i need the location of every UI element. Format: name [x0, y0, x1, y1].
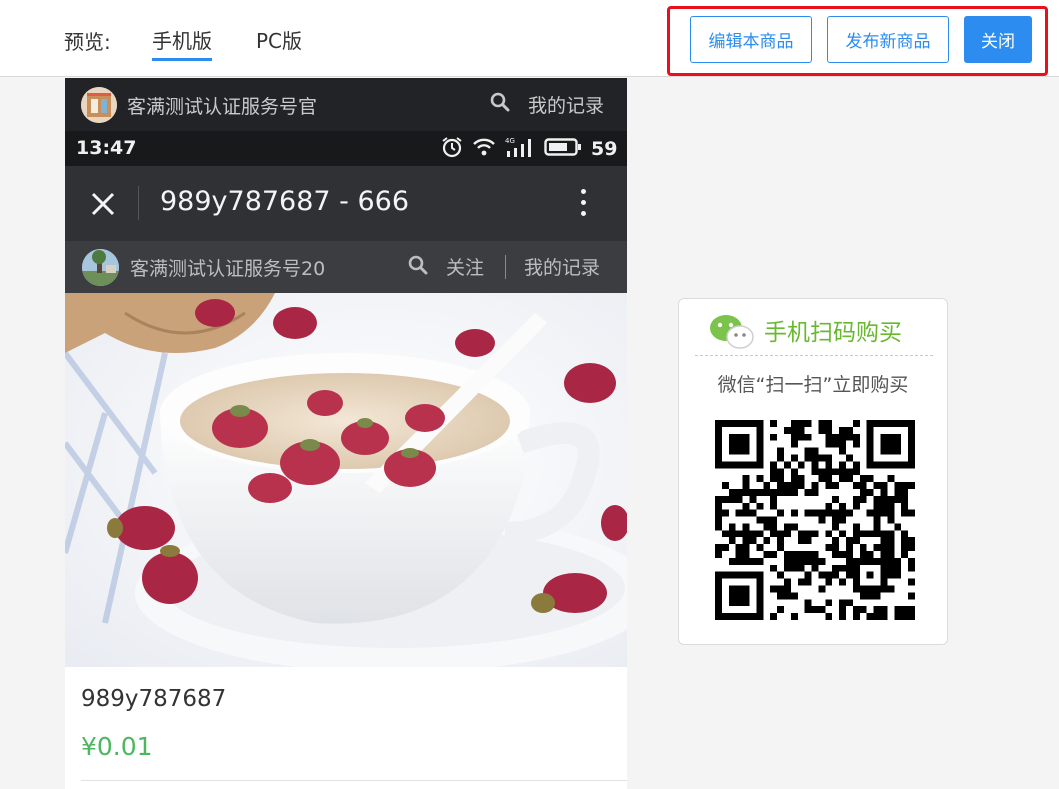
nav-divider — [138, 186, 139, 220]
phone-status-bar: 13:47 4G 59 — [65, 131, 627, 166]
tab-pc[interactable]: PC版 — [256, 25, 302, 54]
tab-mobile-label: 手机版 — [152, 29, 212, 53]
subscription-bar: 客满测试认证服务号20 关注 我的记录 — [65, 241, 627, 293]
my-records-link[interactable]: 我的记录 — [524, 253, 600, 280]
qr-title: 手机扫码购买 — [764, 320, 902, 346]
separator — [505, 255, 506, 279]
search-icon[interactable] — [408, 255, 428, 279]
edit-product-button[interactable]: 编辑本商品 — [690, 16, 812, 63]
product-name: 989y787687 — [81, 686, 227, 712]
webview-nav-bar: 989y787687 - 666 — [65, 166, 627, 241]
subscription-avatar — [82, 249, 119, 286]
divider — [81, 780, 627, 781]
wechat-icon — [709, 314, 755, 354]
follow-button[interactable]: 关注 — [446, 253, 484, 280]
account-name: 客满测试认证服务号官 — [127, 96, 318, 118]
product-price: ¥0.01 — [81, 732, 153, 761]
signal-icon: 4G — [505, 136, 535, 162]
preview-label: 预览: — [64, 30, 111, 54]
wifi-icon — [472, 137, 496, 161]
close-icon[interactable] — [89, 190, 117, 218]
qr-code — [715, 420, 915, 620]
more-menu-icon[interactable] — [573, 186, 593, 220]
battery-icon — [544, 137, 582, 161]
page-title: 989y787687 - 666 — [160, 186, 410, 217]
qr-purchase-card: 手机扫码购买 微信“扫一扫”立即购买 — [678, 298, 948, 645]
product-image — [65, 293, 627, 673]
search-icon[interactable] — [490, 92, 510, 116]
alarm-icon — [441, 136, 463, 162]
account-bar: 客满测试认证服务号官 我的记录 — [65, 78, 627, 131]
tab-mobile[interactable]: 手机版 — [152, 25, 212, 61]
qr-instruction: 微信“扫一扫”立即购买 — [717, 374, 909, 396]
mobile-preview: 客满测试认证服务号官 我的记录 13:47 4G 59 989y787687 -… — [65, 78, 627, 789]
battery-percentage: 59 — [591, 138, 618, 160]
subscription-name: 客满测试认证服务号20 — [130, 258, 326, 280]
close-button[interactable]: 关闭 — [964, 16, 1032, 63]
active-tab-indicator — [152, 58, 212, 61]
my-records-link[interactable]: 我的记录 — [528, 91, 604, 118]
account-avatar — [81, 87, 117, 123]
tab-pc-label: PC版 — [256, 29, 303, 53]
network-type: 4G — [505, 137, 515, 145]
publish-new-product-button[interactable]: 发布新商品 — [827, 16, 949, 63]
status-time: 13:47 — [76, 137, 137, 159]
status-icons: 4G 59 — [441, 137, 617, 161]
dashed-divider — [695, 355, 933, 356]
